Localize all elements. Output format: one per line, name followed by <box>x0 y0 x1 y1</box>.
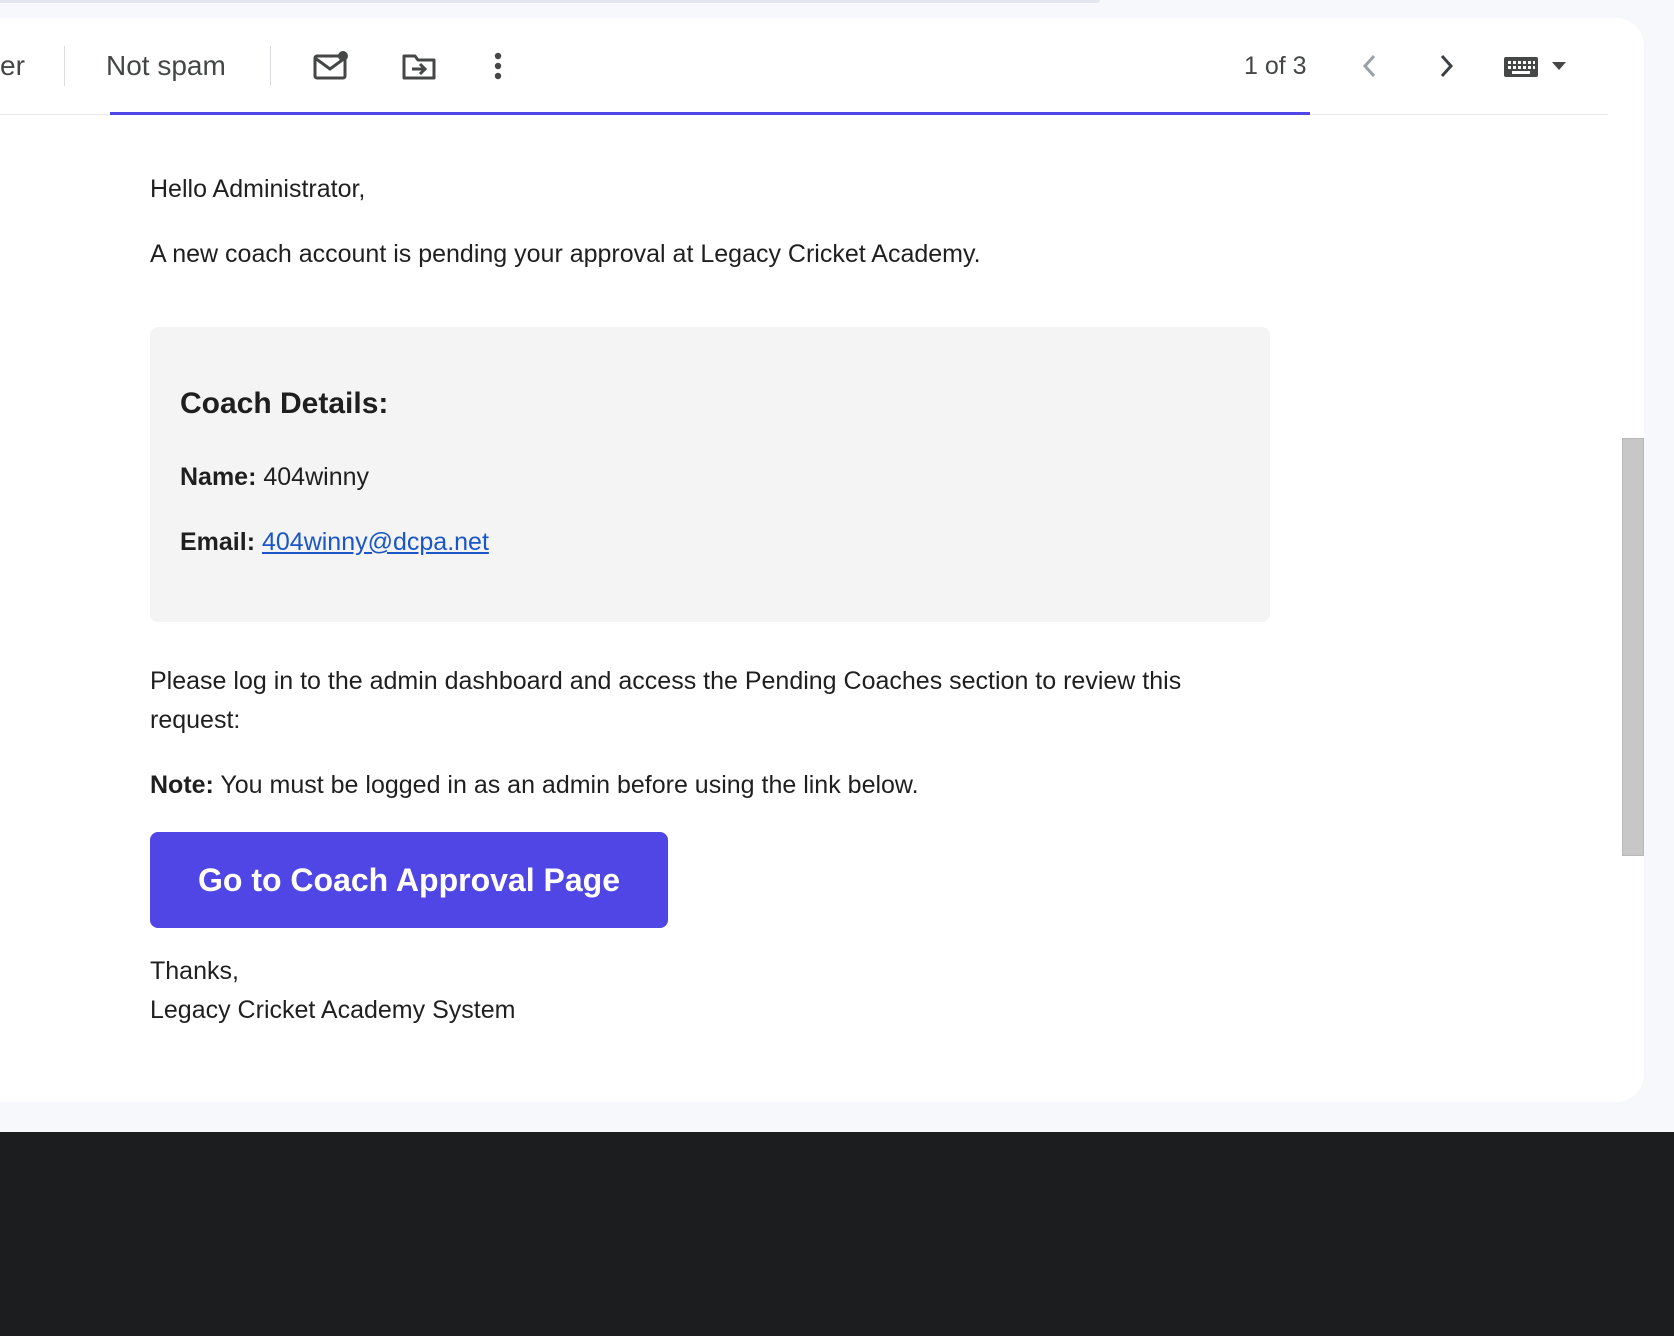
loading-indicator <box>110 112 1310 115</box>
scrollbar-thumb[interactable] <box>1622 438 1644 856</box>
input-tools-button[interactable] <box>1496 46 1576 86</box>
top-edge <box>0 0 1100 3</box>
chevron-left-icon <box>1362 54 1376 78</box>
email-link[interactable]: 404winny@dcpa.net <box>262 528 489 556</box>
note-body: You must be logged in as an admin before… <box>220 771 919 799</box>
coach-details-box: Coach Details: Name: 404winny Email: 404… <box>150 327 1270 622</box>
signature: Legacy Cricket Academy System <box>150 996 516 1024</box>
mail-dot-icon <box>313 51 348 80</box>
older-button[interactable] <box>1424 44 1468 88</box>
email-label: Email: <box>180 528 256 556</box>
signature-block: Thanks, Legacy Cricket Academy System <box>150 952 515 1030</box>
note-text: Note: You must be logged in as an admin … <box>150 766 1270 805</box>
keyboard-icon <box>1504 57 1538 77</box>
email-body: Hello Administrator, A new coach account… <box>150 170 1270 274</box>
email-row: Email: 404winny@dcpa.net <box>180 528 489 557</box>
details-heading: Coach Details: <box>180 387 389 420</box>
folder-move-icon <box>402 54 436 80</box>
note-label: Note: <box>150 771 214 799</box>
message-toolbar: er Not spam 1 of 3 <box>0 18 1608 115</box>
coach-approval-button[interactable]: Go to Coach Approval Page <box>150 832 668 928</box>
greeting: Hello Administrator, <box>150 175 366 203</box>
more-options-button[interactable] <box>478 44 518 88</box>
partial-toolbar-button[interactable]: er <box>0 46 25 86</box>
name-row: Name: 404winny <box>180 463 369 492</box>
caret-down-icon <box>1552 62 1566 70</box>
instruction-block: Please log in to the admin dashboard and… <box>150 662 1270 805</box>
mark-unread-button[interactable] <box>306 44 356 88</box>
toolbar-divider <box>64 46 65 86</box>
move-to-button[interactable] <box>394 44 444 88</box>
pagination-count: 1 of 3 <box>1244 51 1307 80</box>
more-vert-icon <box>494 52 502 80</box>
chevron-right-icon <box>1440 54 1454 78</box>
newer-button[interactable] <box>1348 44 1392 88</box>
intro-text: A new coach account is pending your appr… <box>150 240 981 268</box>
signoff: Thanks, <box>150 957 239 985</box>
name-label: Name: <box>180 463 257 491</box>
instruction-text: Please log in to the admin dashboard and… <box>150 667 1182 734</box>
toolbar-divider <box>270 46 271 86</box>
not-spam-button[interactable]: Not spam <box>106 46 226 86</box>
desktop-background <box>0 1132 1674 1336</box>
name-value: 404winny <box>263 463 370 491</box>
